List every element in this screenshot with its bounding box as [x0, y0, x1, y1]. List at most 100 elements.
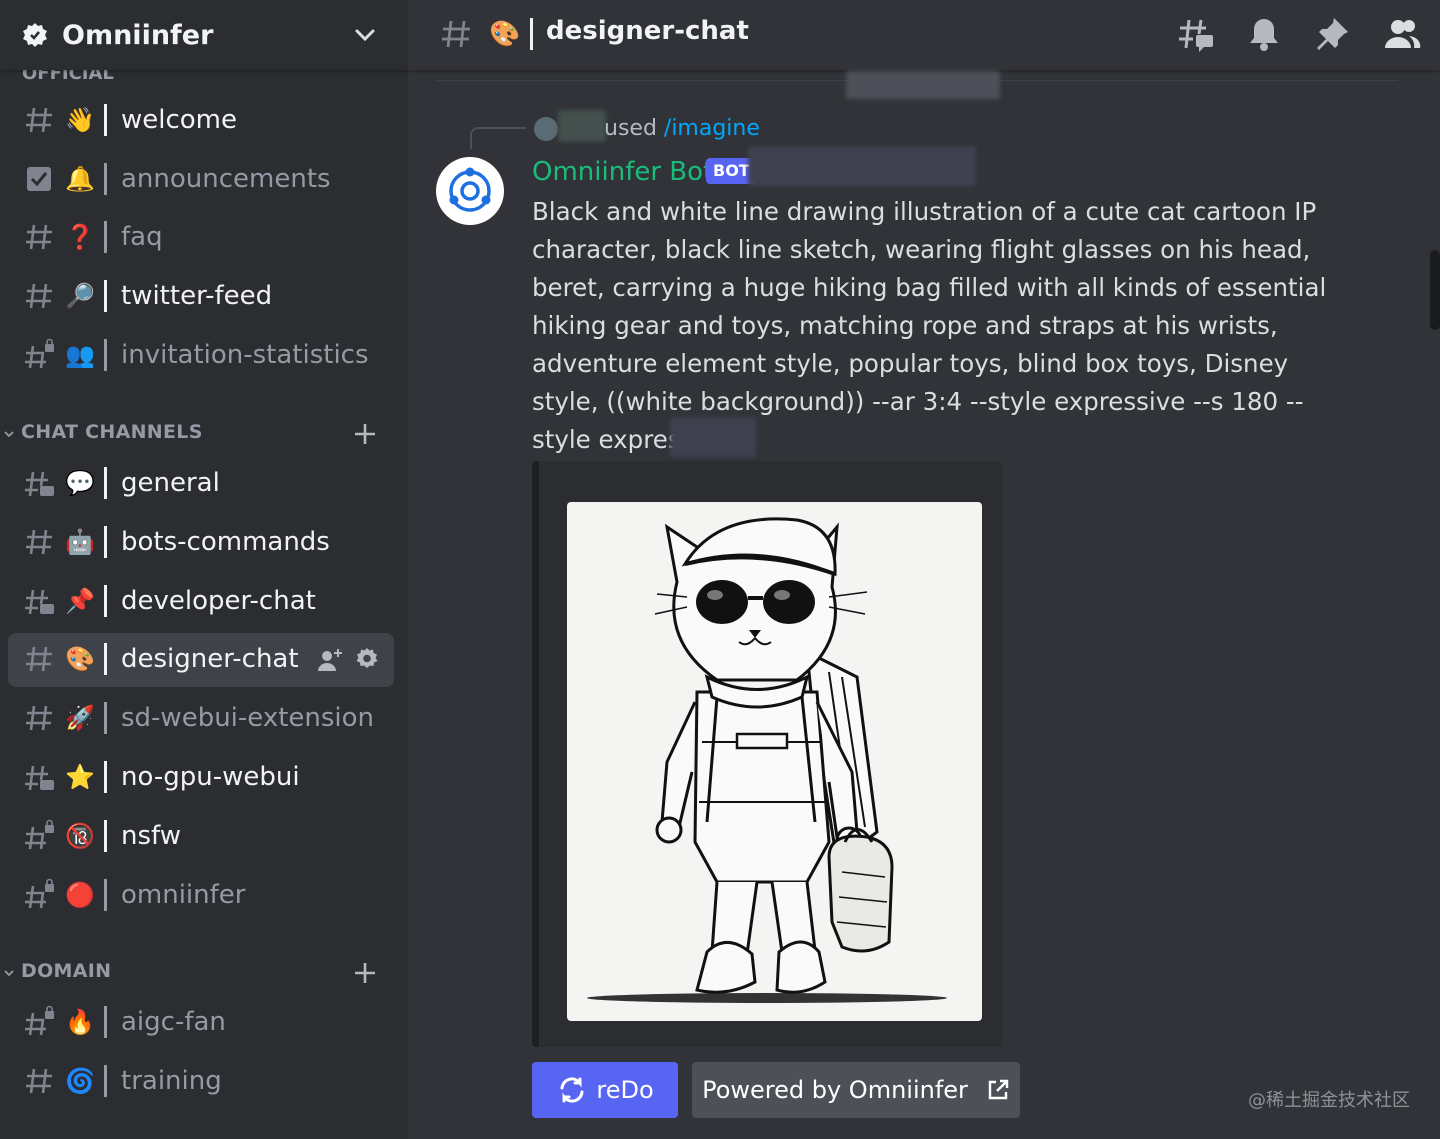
channel-separator	[104, 702, 107, 734]
bell-icon[interactable]	[1244, 14, 1284, 54]
gear-icon[interactable]	[354, 646, 380, 672]
channel-separator	[104, 339, 107, 371]
channel-twitter-feed[interactable]: 🔎 twitter-feed	[8, 270, 394, 324]
chevron-down-icon	[4, 970, 14, 977]
channel-invitation-statistics[interactable]: 👥 invitation-statistics	[8, 329, 394, 383]
channel-label: invitation-statistics	[121, 340, 369, 370]
category-label: CHAT CHANNELS	[21, 421, 203, 443]
generated-cat-image[interactable]	[567, 502, 982, 1021]
hash-thread-icon	[25, 471, 54, 497]
cyclone-emoji-icon: 🌀	[65, 1067, 95, 1095]
avatar[interactable]	[436, 157, 504, 225]
channel-title: designer-chat	[546, 16, 749, 46]
channel-separator	[104, 820, 107, 852]
channel-separator	[104, 163, 107, 195]
hash-icon	[26, 107, 52, 133]
channel-label: announcements	[121, 164, 331, 194]
hash-lock-icon	[25, 878, 54, 909]
channel-no-gpu-webui[interactable]: ⭐ no-gpu-webui	[8, 751, 394, 805]
channel-general[interactable]: 💬 general	[8, 457, 394, 511]
chevron-down-icon[interactable]	[350, 20, 380, 50]
add-channel-icon[interactable]	[352, 421, 378, 447]
channel-bots-commands[interactable]: 🤖 bots-commands	[8, 516, 394, 570]
hash-thread-icon	[25, 589, 54, 615]
channel-nsfw[interactable]: 🔞 nsfw	[8, 810, 394, 864]
channel-separator	[104, 467, 107, 499]
announcement-icon	[27, 167, 51, 191]
channel-header: 🎨 designer-chat	[408, 0, 1440, 70]
omniinfer-logo-icon	[449, 167, 491, 212]
channel-welcome[interactable]: 👋 welcome	[8, 94, 394, 148]
author-name[interactable]: Omniinfer Bot	[532, 157, 713, 187]
channel-label: designer-chat	[121, 644, 299, 674]
redacted-username	[558, 110, 606, 142]
hash-icon	[26, 529, 52, 555]
no-under-18-emoji-icon: 🔞	[65, 822, 95, 850]
channel-separator	[104, 526, 107, 558]
palette-emoji-icon: 🎨	[65, 645, 95, 673]
pushpin-emoji-icon: 📌	[65, 587, 95, 615]
channel-announcements[interactable]: 🔔 announcements	[8, 153, 394, 207]
channel-label: welcome	[121, 105, 238, 135]
redo-button[interactable]: reDo	[532, 1062, 678, 1118]
channel-sd-webui-extension[interactable]: 🚀 sd-webui-extension	[8, 692, 394, 746]
channel-sidebar: Omniinfer OFFICIAL 👋 welcome 🔔 announcem…	[0, 0, 408, 1139]
reply-spine	[470, 127, 526, 149]
channel-separator	[104, 879, 107, 911]
category-domain[interactable]: DOMAIN	[0, 958, 408, 988]
channel-label: no-gpu-webui	[121, 762, 300, 792]
add-channel-icon[interactable]	[352, 960, 378, 986]
channel-separator	[530, 18, 533, 50]
channel-designer-chat[interactable]: 🎨 designer-chat	[8, 633, 394, 687]
palette-emoji-icon: 🎨	[489, 19, 521, 48]
channel-label: faq	[121, 222, 163, 252]
channel-separator	[104, 643, 107, 675]
star-emoji-icon: ⭐	[65, 763, 95, 791]
channel-developer-chat[interactable]: 📌 developer-chat	[8, 575, 394, 629]
scrollbar-thumb[interactable]	[1430, 250, 1440, 330]
channel-faq[interactable]: ❓ faq	[8, 211, 394, 265]
channel-label: twitter-feed	[121, 281, 273, 311]
hash-icon	[442, 20, 470, 48]
fire-emoji-icon: 🔥	[65, 1008, 95, 1036]
member-list-icon[interactable]	[1382, 14, 1422, 54]
wave-emoji-icon: 👋	[65, 106, 95, 134]
prompt-text: Black and white line drawing illustratio…	[532, 197, 1327, 454]
message-content: Black and white line drawing illustratio…	[532, 193, 1332, 459]
pin-icon[interactable]	[1312, 14, 1352, 54]
hash-icon	[26, 646, 52, 672]
channel-aigc-fan[interactable]: 🔥 aigc-fan	[8, 996, 394, 1050]
bell-emoji-icon: 🔔	[65, 165, 95, 193]
channel-separator	[104, 1006, 107, 1038]
channel-omniinfer[interactable]: 🔴 omniinfer	[8, 869, 394, 923]
hash-icon	[26, 283, 52, 309]
redo-label: reDo	[596, 1076, 654, 1104]
channel-training[interactable]: 🌀 training	[8, 1055, 394, 1109]
server-header[interactable]: Omniinfer	[0, 0, 408, 70]
chevron-down-icon	[4, 431, 14, 438]
redacted-mention	[670, 417, 756, 457]
magnifier-emoji-icon: 🔎	[65, 282, 95, 310]
channel-separator	[104, 585, 107, 617]
category-chat-channels[interactable]: CHAT CHANNELS	[0, 419, 408, 449]
image-embed	[532, 461, 1002, 1047]
channel-label: bots-commands	[121, 527, 330, 557]
avatar[interactable]	[534, 117, 558, 141]
question-emoji-icon: ❓	[65, 223, 95, 251]
threads-icon[interactable]	[1176, 14, 1216, 54]
channel-separator	[104, 104, 107, 136]
redacted-timestamp	[748, 146, 976, 186]
hash-lock-icon	[25, 1005, 54, 1036]
robot-emoji-icon: 🤖	[65, 528, 95, 556]
powered-by-link-button[interactable]: Powered by Omniinfer	[692, 1062, 1020, 1118]
reply-preview[interactable]: used /imagine	[604, 116, 760, 141]
channel-label: training	[121, 1066, 222, 1096]
red-circle-emoji-icon: 🔴	[65, 881, 95, 909]
channel-separator	[104, 280, 107, 312]
invite-user-icon[interactable]	[316, 646, 344, 674]
refresh-icon	[560, 1077, 584, 1103]
category-label: DOMAIN	[21, 960, 112, 982]
channel-label: developer-chat	[121, 586, 316, 616]
rocket-emoji-icon: 🚀	[65, 704, 95, 732]
slash-command-link[interactable]: /imagine	[664, 116, 760, 141]
